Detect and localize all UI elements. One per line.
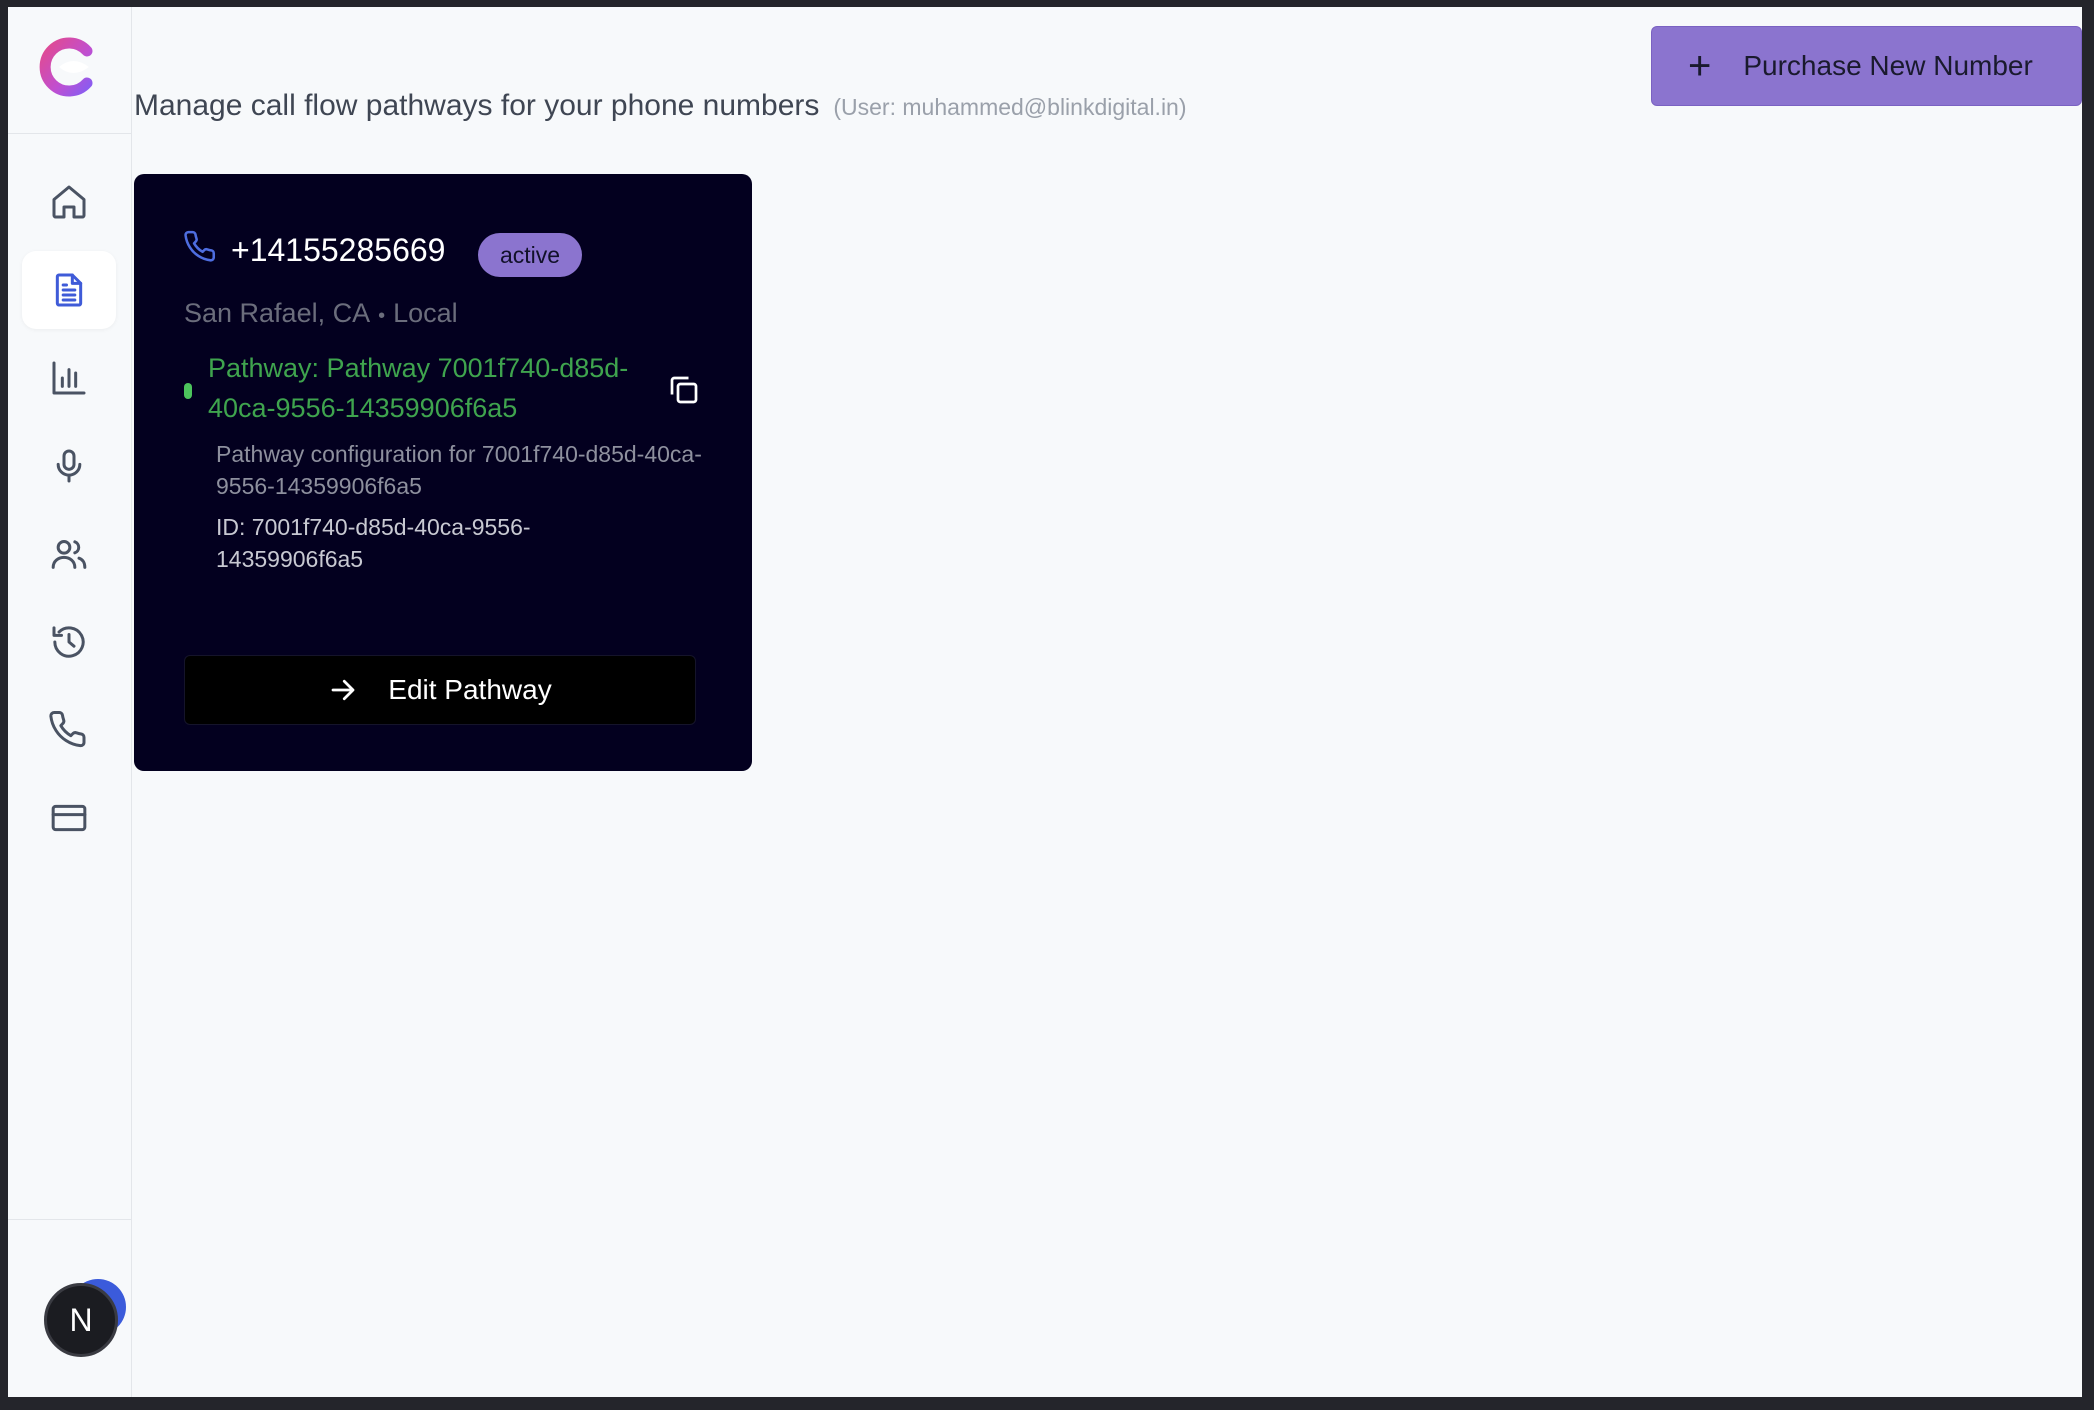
user-avatar[interactable]: N [44, 1283, 118, 1357]
app-window: N Manage call flow pathways for your pho… [8, 7, 2082, 1397]
location-city: San Rafael, CA [184, 298, 371, 328]
bar-chart-icon [52, 361, 86, 395]
pathway-status-dot [184, 383, 192, 399]
page-subtitle-text: Manage call flow pathways for your phone… [134, 89, 820, 122]
users-icon [51, 540, 87, 569]
phone-icon [49, 710, 86, 748]
sidebar-divider [8, 1219, 132, 1220]
sidebar-item-contacts[interactable] [22, 515, 116, 593]
sidebar-item-pathways[interactable] [22, 251, 116, 329]
home-icon [52, 185, 86, 219]
phone-number: +14155285669 [231, 232, 446, 268]
pathway-description: Pathway configuration for 7001f740-d85d-… [216, 441, 702, 499]
pathway-id: ID: 7001f740-d85d-40ca-9556-14359906f6a5 [216, 514, 531, 572]
page-subtitle: Manage call flow pathways for your phone… [134, 89, 1187, 123]
purchase-new-number-button[interactable]: + Purchase New Number [1651, 26, 2082, 106]
edit-pathway-label: Edit Pathway [388, 674, 552, 705]
avatar-letter: N [69, 1301, 93, 1338]
sidebar-item-voices[interactable] [22, 427, 116, 505]
purchase-button-label: Purchase New Number [1743, 50, 2033, 81]
history-icon [52, 626, 85, 658]
edit-pathway-button[interactable]: Edit Pathway [184, 655, 696, 725]
sidebar-item-home[interactable] [22, 163, 116, 241]
credit-card-icon [51, 804, 87, 832]
location-type: Local [393, 298, 458, 328]
sidebar: N [8, 7, 132, 1397]
sidebar-item-phone-numbers[interactable] [22, 691, 116, 769]
sidebar-item-analytics[interactable] [22, 339, 116, 417]
phone-number-card: +14155285669 active San Rafael, CA • Local… [134, 174, 752, 771]
pathway-name: Pathway: Pathway 7001f740-d85d-40ca-9556… [208, 353, 629, 423]
user-note: (User: muhammed@blinkdigital.in) [833, 94, 1187, 120]
microphone-icon [56, 449, 82, 483]
copy-icon[interactable] [666, 372, 702, 408]
arrow-right-icon [328, 675, 358, 705]
number-location: San Rafael, CA • Local [184, 298, 458, 329]
plus-icon: + [1688, 44, 1712, 88]
brand-logo-icon[interactable] [39, 37, 99, 97]
sidebar-item-history[interactable] [22, 603, 116, 681]
location-separator: • [378, 305, 386, 327]
phone-icon [184, 230, 218, 264]
document-icon [55, 273, 83, 307]
sidebar-item-billing[interactable] [22, 779, 116, 857]
logo-area [8, 7, 132, 134]
status-badge: active [478, 233, 583, 277]
